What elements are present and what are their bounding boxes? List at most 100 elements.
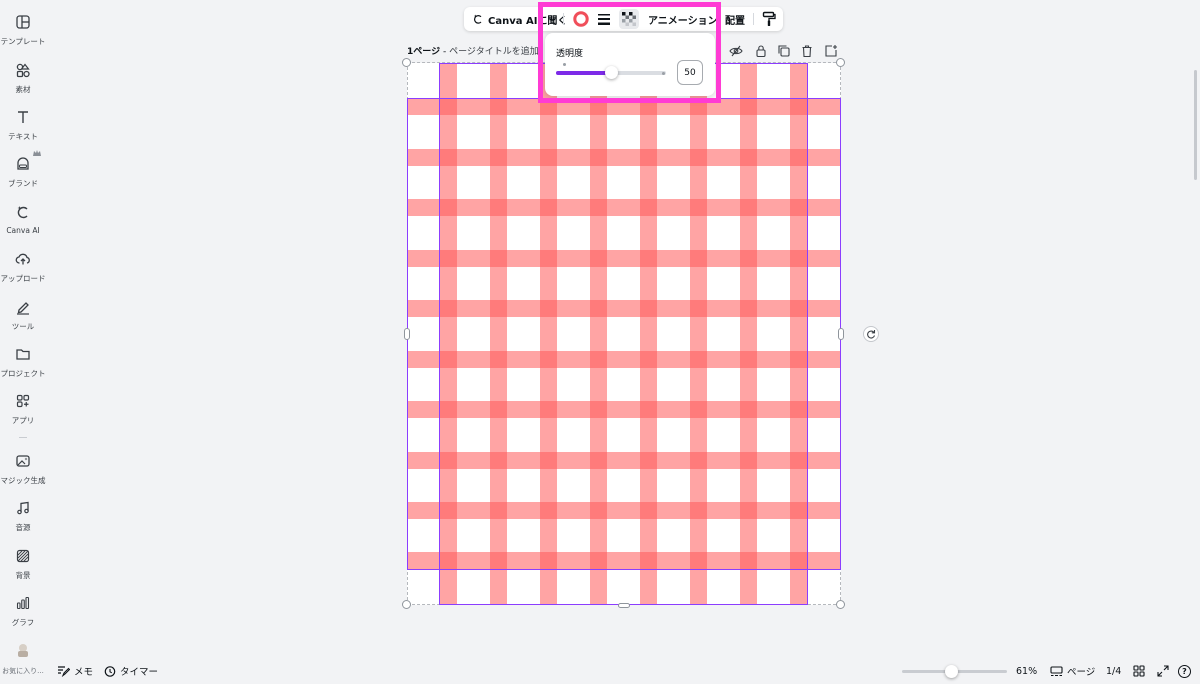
ask-canva-ai-button[interactable]: Canva AIに聞く [472, 7, 567, 31]
page-number: 1ページ [407, 47, 441, 57]
gingham-vertical-stripe [740, 63, 757, 605]
help-button[interactable]: ? [1178, 660, 1191, 682]
gingham-horizontal-stripe [407, 452, 841, 469]
toolbar-divider [753, 13, 754, 25]
rotate-icon [867, 330, 876, 339]
sidebar-item-charts[interactable]: グラフ [0, 595, 46, 628]
page-header: 1ページ - ページタイトルを追加 [407, 44, 539, 57]
transparency-button[interactable] [619, 7, 639, 31]
favorite-app-icon [18, 644, 28, 657]
toolbar-divider [563, 13, 564, 25]
tools-icon [17, 302, 29, 315]
zoom-slider-thumb[interactable] [944, 665, 958, 678]
gingham-horizontal-stripe [407, 300, 841, 317]
rotate-button[interactable] [863, 326, 879, 342]
slider-max-marker [662, 71, 665, 75]
transparency-checker-icon [622, 12, 636, 26]
sidebar-item-label: アプリ [11, 416, 35, 425]
sidebar-item-upload[interactable]: アップロード [0, 251, 46, 284]
vertical-scrollbar[interactable] [1194, 70, 1197, 180]
transparency-slider-thumb[interactable] [604, 66, 618, 79]
ask-canva-ai-label: Canva AIに聞く [488, 15, 568, 27]
sidebar-item-audio[interactable]: 音源 [0, 500, 46, 533]
color-button[interactable] [573, 7, 589, 31]
gingham-vertical-stripe [640, 63, 657, 605]
sidebar-item-brand[interactable]: ブランド [0, 150, 46, 189]
border-style-button[interactable] [597, 7, 611, 31]
sidebar-item-magic-media[interactable]: マジック生成 [0, 453, 46, 486]
delete-page-button[interactable] [800, 43, 814, 58]
position-button[interactable]: 配置 [725, 7, 745, 31]
animation-button[interactable]: アニメーション [648, 7, 718, 31]
add-page-button[interactable] [824, 43, 838, 57]
paint-roller-icon [762, 11, 776, 26]
fullscreen-button[interactable] [1157, 660, 1169, 682]
gingham-vertical-stripe [440, 63, 457, 605]
design-canvas[interactable] [407, 63, 841, 605]
sidebar-item-templates[interactable]: テンプレート [0, 14, 46, 47]
elements-icon [16, 63, 30, 78]
sidebar-item-label: テンプレート [0, 37, 46, 46]
gingham-horizontal-stripe [407, 250, 841, 267]
canva-ai-icon [473, 14, 482, 24]
grid-view-button[interactable] [1133, 660, 1145, 682]
template-icon [16, 15, 30, 29]
toolbar-divider [718, 13, 719, 25]
color-ring-icon [573, 11, 589, 27]
sidebar-item-elements[interactable]: 素材 [0, 62, 46, 95]
page-title-separator: - [440, 47, 450, 57]
sidebar-item-label: Canva AI [6, 226, 40, 235]
resize-handle-bottom-right[interactable] [836, 600, 845, 609]
sidebar-item-label: プロジェクト [0, 369, 46, 378]
sidebar-item-projects[interactable]: プロジェクト [0, 346, 46, 379]
resize-handle-top-right[interactable] [836, 58, 845, 67]
timer-label: タイマー [120, 667, 159, 678]
sidebar-item-canva-ai[interactable]: Canva AI [0, 204, 46, 235]
timer-button[interactable]: タイマー [104, 660, 158, 682]
resize-handle-right[interactable] [838, 328, 844, 340]
hide-page-button[interactable] [729, 43, 743, 57]
sidebar-item-tools[interactable]: ツール [0, 299, 46, 332]
sidebar-item-label: ブランド [8, 179, 38, 188]
copy-style-button[interactable] [762, 7, 776, 31]
gingham-vertical-stripe [790, 63, 807, 605]
notes-icon [58, 666, 70, 677]
context-toolbar: Canva AIに聞く アニメーション 配置 [464, 7, 783, 31]
transparency-title: 透明度 [556, 49, 584, 59]
lock-page-button[interactable] [754, 43, 768, 58]
eye-hide-icon [729, 45, 743, 57]
pages-button[interactable]: ページ [1050, 660, 1095, 682]
transparency-slider[interactable] [556, 66, 666, 79]
grid-view-icon [1133, 665, 1145, 677]
border-weight-icon [598, 14, 610, 25]
duplicate-page-button[interactable] [777, 43, 791, 57]
add-page-icon [825, 45, 837, 57]
resize-handle-bottom[interactable] [618, 603, 630, 608]
transparency-value-input[interactable]: 50 [677, 60, 703, 85]
sidebar-item-label: テキスト [8, 132, 38, 141]
notes-button[interactable]: メモ [57, 660, 93, 682]
sidebar-item-text[interactable]: テキスト [0, 109, 46, 142]
sidebar-item-apps[interactable]: アプリ [0, 393, 46, 426]
zoom-value[interactable]: 61% [1016, 660, 1037, 682]
sidebar-divider [19, 437, 27, 438]
timer-icon [104, 666, 116, 677]
resize-handle-bottom-left[interactable] [402, 600, 411, 609]
resize-handle-top-left[interactable] [402, 58, 411, 67]
sidebar-item-label: 素材 [15, 85, 31, 94]
gingham-horizontal-stripe [407, 552, 841, 569]
slider-min-marker [563, 63, 566, 66]
gingham-horizontal-stripe [407, 502, 841, 519]
resize-handle-left[interactable] [404, 328, 410, 340]
sidebar-item-background[interactable]: 背景 [0, 548, 46, 581]
gingham-vertical-stripe [540, 63, 557, 605]
gingham-horizontal-stripe [407, 98, 841, 115]
sidebar-item-label: 背景 [15, 571, 31, 580]
transparency-slider-fill [556, 71, 611, 75]
bottom-bar: メモ タイマー 61% ページ 1/4 ? [0, 660, 1200, 684]
gingham-vertical-stripe [590, 63, 607, 605]
zoom-slider[interactable] [902, 665, 1007, 678]
page-count: 1/4 [1106, 665, 1122, 677]
sidebar-item-favorites-icon[interactable] [0, 643, 46, 657]
page-title-input[interactable]: ページタイトルを追加 [449, 47, 539, 57]
